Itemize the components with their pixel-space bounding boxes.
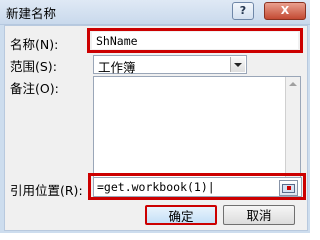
dialog-body: 名称(N): ShName 范围(S): 工作簿 备注(O): 引用位置(R):… xyxy=(4,25,308,231)
dialog-title: 新建名称 xyxy=(6,6,57,21)
name-input[interactable]: ShName xyxy=(92,32,298,49)
refers-to-value: =get.workbook(1)| xyxy=(97,180,215,194)
title-bar: 新建名称 ? X xyxy=(0,0,310,25)
scope-select[interactable]: 工作簿 xyxy=(93,55,247,75)
scope-value: 工作簿 xyxy=(98,60,136,75)
scroll-up-icon[interactable] xyxy=(289,82,297,86)
ok-button[interactable]: 确定 xyxy=(145,205,217,225)
range-picker-icon[interactable] xyxy=(279,180,298,196)
scope-label: 范围(S): xyxy=(10,59,57,74)
refers-to-label: 引用位置(R): xyxy=(10,183,83,198)
cancel-button[interactable]: 取消 xyxy=(223,205,295,225)
comment-label: 备注(O): xyxy=(10,81,59,96)
close-button[interactable]: X xyxy=(264,2,306,20)
refers-to-input[interactable]: =get.workbook(1)| xyxy=(93,177,302,197)
new-name-dialog: 新建名称 ? X 名称(N): ShName 范围(S): 工作簿 备注(O):… xyxy=(0,0,310,233)
name-label: 名称(N): xyxy=(10,37,59,52)
chevron-down-icon[interactable] xyxy=(230,57,245,72)
help-button[interactable]: ? xyxy=(232,2,254,20)
